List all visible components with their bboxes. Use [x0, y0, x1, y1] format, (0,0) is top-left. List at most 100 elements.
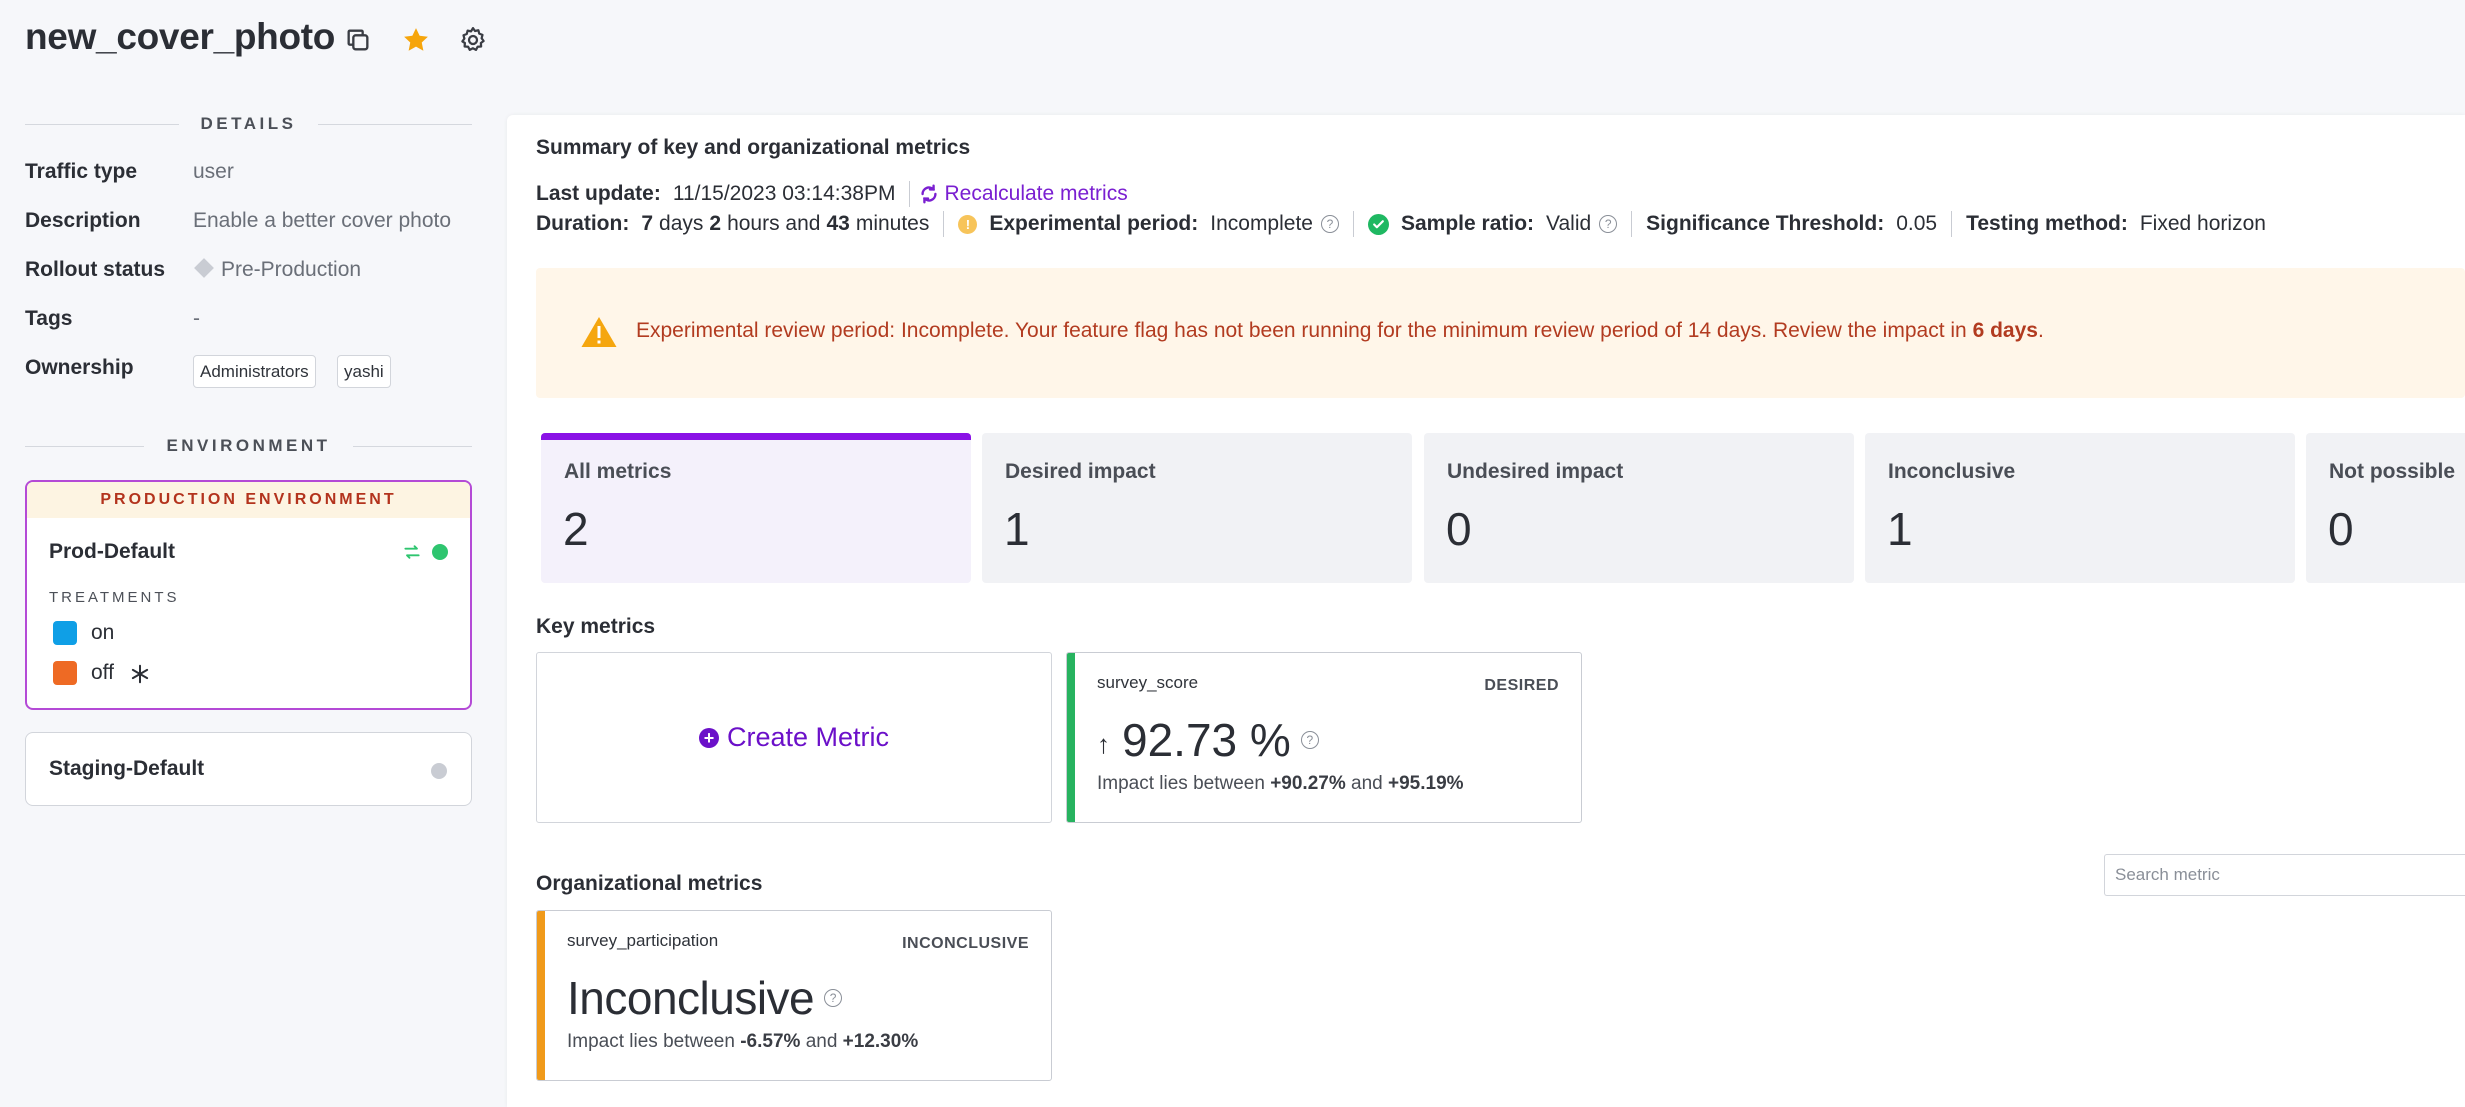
tile-desired-impact[interactable]: Desired impact 1 [982, 433, 1412, 583]
env-card-production[interactable]: PRODUCTION ENVIRONMENT Prod-Default TREA… [25, 480, 472, 710]
plus-circle-icon: + [698, 727, 719, 748]
duration-days: 7 [641, 212, 654, 235]
traffic-type-label: Traffic type [25, 160, 138, 183]
tile-inconclusive[interactable]: Inconclusive 1 [1865, 433, 2295, 583]
rollout-diamond-icon [194, 258, 214, 279]
environment-heading: ENVIRONMENT [25, 431, 472, 461]
metric-name: survey_score [1097, 673, 1199, 692]
last-update-row: Last update: 11/15/2023 03:14:38PM Recal… [536, 181, 1128, 207]
treatments-heading: TREATMENTS [49, 589, 180, 606]
tile-count: 1 [1887, 503, 1913, 555]
tile-count: 0 [2328, 503, 2354, 555]
duration-label: Duration: [536, 212, 630, 235]
recalculate-metrics-button[interactable]: Recalculate metrics [918, 182, 1128, 206]
tile-all-metrics[interactable]: All metrics 2 [541, 433, 971, 583]
metric-value: Inconclusive [567, 972, 815, 1024]
treatment-label-on: on [91, 621, 115, 644]
organizational-metrics-title: Organizational metrics [536, 872, 763, 895]
duration-hours-unit: hours and [727, 212, 821, 235]
testing-method-value: Fixed horizon [2139, 212, 2266, 235]
create-metric-button[interactable]: + Create Metric [536, 652, 1052, 823]
experimental-period-label: Experimental period: [989, 212, 1199, 235]
last-update-label: Last update: [536, 182, 661, 205]
sync-icon[interactable] [402, 542, 422, 567]
incomplete-status-icon: ! [958, 214, 978, 234]
last-update-value: 11/15/2023 03:14:38PM [672, 182, 896, 205]
significance-label: Significance Threshold: [1646, 212, 1885, 235]
warning-icon [580, 315, 618, 354]
help-icon[interactable]: ? [1599, 215, 1618, 233]
tile-label: Inconclusive [1888, 460, 2016, 483]
arrow-up-icon: ↑ [1097, 728, 1110, 759]
owner-chip[interactable]: Administrators [193, 355, 316, 388]
metric-value-row: ↑ 92.73 % ? [1097, 713, 1319, 767]
duration-minutes-unit: minutes [855, 212, 930, 235]
description-value: Enable a better cover photo [193, 209, 452, 232]
default-treatment-asterisk-icon [129, 663, 151, 690]
valid-check-icon [1367, 213, 1389, 235]
env-name: Prod-Default [49, 540, 175, 563]
tile-not-possible[interactable]: Not possible 0 [2306, 433, 2465, 583]
description-label: Description [25, 209, 141, 232]
help-icon[interactable]: ? [1300, 731, 1319, 749]
help-icon[interactable]: ? [824, 989, 843, 1007]
sample-ratio-value: Valid [1546, 212, 1592, 235]
review-period-warning: Experimental review period: Incomplete. … [536, 268, 2465, 398]
significance-value: 0.05 [1896, 212, 1938, 235]
star-icon[interactable] [398, 22, 434, 58]
tile-label: All metrics [564, 460, 672, 483]
env-name: Staging-Default [49, 757, 205, 780]
duration-row: Duration: 7 days 2 hours and 43 minutes … [536, 211, 2266, 237]
key-metrics-title: Key metrics [536, 615, 656, 638]
owner-chip[interactable]: yashi [337, 355, 391, 388]
page-title: new_cover_photo [25, 16, 336, 57]
tile-count: 2 [563, 503, 589, 555]
ownership-label: Ownership [25, 356, 134, 379]
treatment-swatch-on [53, 621, 77, 645]
impact-range: Impact lies between -6.57% and +12.30% [567, 1031, 919, 1052]
tile-count: 1 [1004, 503, 1030, 555]
duration-hours: 2 [709, 212, 722, 235]
metric-accent [1067, 653, 1075, 822]
tile-label: Not possible [2329, 460, 2456, 483]
details-heading: DETAILS [25, 109, 472, 139]
tile-count: 0 [1446, 503, 1472, 555]
create-metric-label: Create Metric [726, 722, 890, 752]
treatment-swatch-off [53, 661, 77, 685]
env-status-dot [431, 763, 447, 779]
tile-label: Desired impact [1005, 460, 1156, 483]
refresh-icon [921, 184, 938, 204]
metric-name: survey_participation [567, 931, 719, 950]
traffic-type-value: user [193, 160, 234, 183]
testing-method-label: Testing method: [1966, 212, 2128, 235]
impact-range: Impact lies between +90.27% and +95.19% [1097, 773, 1464, 794]
tags-label: Tags [25, 307, 73, 330]
metric-card-survey-participation[interactable]: survey_participation INCONCLUSIVE Inconc… [536, 910, 1052, 1081]
metric-accent [537, 911, 545, 1080]
gear-icon[interactable] [455, 22, 491, 58]
metric-impact-tag: DESIRED [1484, 677, 1559, 694]
active-tab-indicator [541, 433, 971, 440]
warning-text: Experimental review period: Incomplete. … [636, 319, 2044, 342]
metric-value-row: Inconclusive ? [567, 971, 843, 1025]
tile-label: Undesired impact [1447, 460, 1624, 483]
rollout-status-label: Rollout status [25, 258, 165, 281]
duration-minutes: 43 [826, 212, 850, 235]
metric-impact-tag: INCONCLUSIVE [902, 935, 1029, 952]
help-icon[interactable]: ? [1320, 215, 1339, 233]
env-card-staging[interactable]: Staging-Default [25, 732, 472, 806]
metric-value: 92.73 % [1122, 714, 1291, 766]
tile-undesired-impact[interactable]: Undesired impact 0 [1424, 433, 1854, 583]
treatment-label-off: off [91, 661, 114, 684]
summary-title: Summary of key and organizational metric… [536, 136, 971, 159]
env-status-dot [432, 544, 448, 560]
tags-value: - [193, 307, 200, 330]
metric-card-survey-score[interactable]: survey_score DESIRED ↑ 92.73 % ? Impact … [1066, 652, 1582, 823]
copy-icon[interactable] [340, 22, 376, 58]
search-metric-input[interactable] [2104, 854, 2465, 896]
production-environment-banner: PRODUCTION ENVIRONMENT [27, 482, 470, 518]
rollout-status-value: Pre-Production [193, 258, 361, 282]
sample-ratio-label: Sample ratio: [1400, 212, 1535, 235]
duration-days-unit: days [659, 212, 704, 235]
experimental-period-value: Incomplete [1210, 212, 1313, 235]
